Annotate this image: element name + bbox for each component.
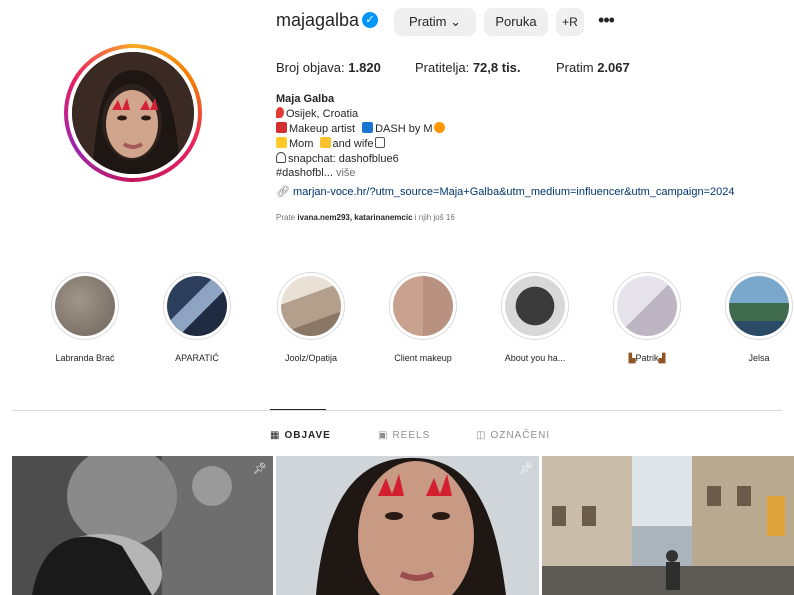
reels-icon: ▣ [378,430,389,441]
pinned-icon: 📌︎ [519,463,533,475]
verified-badge-icon: ✓ [362,12,378,28]
bio-line-makeup: Makeup artist DASH by M [276,122,447,135]
tab-posts[interactable]: ▦ OBJAVE [270,430,331,441]
tab-reels[interactable]: ▣ REELS [378,430,430,441]
lipstick-icon [276,122,287,133]
bio-link[interactable]: 🔗︎ marjan-voce.hr/?utm_source=Maja+Galba… [276,185,735,198]
bio-line-snapchat: snapchat: dashofblue6 [276,152,399,165]
highlight-client-makeup[interactable]: Client makeup [388,272,458,363]
posts-count: Broj objava: 1.820 [276,60,381,75]
highlight-joolz[interactable]: Joolz/Opatija [276,272,346,363]
highlight-about-you[interactable]: About you ha... [500,272,570,363]
highlight-jelsa[interactable]: Jelsa [724,272,794,363]
followed-by[interactable]: Prate ivana.nem293, katarinanemcic i nji… [276,213,455,222]
pinned-icon: 📌︎ [253,463,267,475]
active-tab-indicator [270,409,326,410]
boot-icon: ▟ [658,353,666,363]
username: majagalba [276,10,360,30]
highlight-label: Joolz/Opatija [284,353,338,363]
highlight-label: Client makeup [394,353,452,363]
chevron-down-icon: ⌄ [450,14,462,29]
message-button[interactable]: Poruka [484,8,548,36]
link-icon: 🔗︎ [276,186,290,198]
tab-tagged[interactable]: ◫ OZNAČENI [476,430,550,441]
highlight-patrik[interactable]: ▙Patrik▟ [612,272,682,364]
post-thumbnail[interactable] [542,456,794,595]
pin-icon [276,107,284,118]
wife-icon [319,137,331,148]
post-thumbnail[interactable]: 📌︎ [276,456,539,595]
highlight-label: ▙Patrik▟ [628,353,666,363]
highlight-label: About you ha... [504,353,566,363]
fire-icon [433,122,445,133]
family-icon [276,137,287,148]
highlight-label: Labranda Brać [55,353,115,363]
highlight-labranda[interactable]: Labranda Brać [50,272,120,363]
grid-icon: ▦ [270,430,281,441]
bio-line-family: Mom and wife [276,137,387,150]
following-button[interactable]: Pratim ⌄ [394,8,476,36]
ring-icon [374,137,385,148]
tabs-divider [12,410,782,411]
profile-avatar[interactable] [64,44,202,182]
highlight-label: Jelsa [748,353,770,363]
tagged-icon: ◫ [476,430,487,441]
bio-line-location: Osijek, Croatia [276,107,358,120]
arrow-right-icon [362,122,374,133]
highlight-label: APARATIĆ [175,353,219,363]
highlight-aparatic[interactable]: APARATIĆ [162,272,232,363]
ghost-icon [276,152,286,163]
followers-count[interactable]: Pratitelja: 72,8 tis. [415,60,521,75]
bio-line-hashtag: #dashofbl... više [276,167,356,179]
add-user-icon[interactable]: +R [556,8,584,36]
more-options-icon[interactable]: ••• [594,8,618,36]
following-count[interactable]: Pratim 2.067 [556,60,630,75]
post-thumbnail[interactable]: 📌︎ [12,456,273,595]
more-link[interactable]: više [336,167,356,179]
profile-full-name: Maja Galba [276,93,335,105]
